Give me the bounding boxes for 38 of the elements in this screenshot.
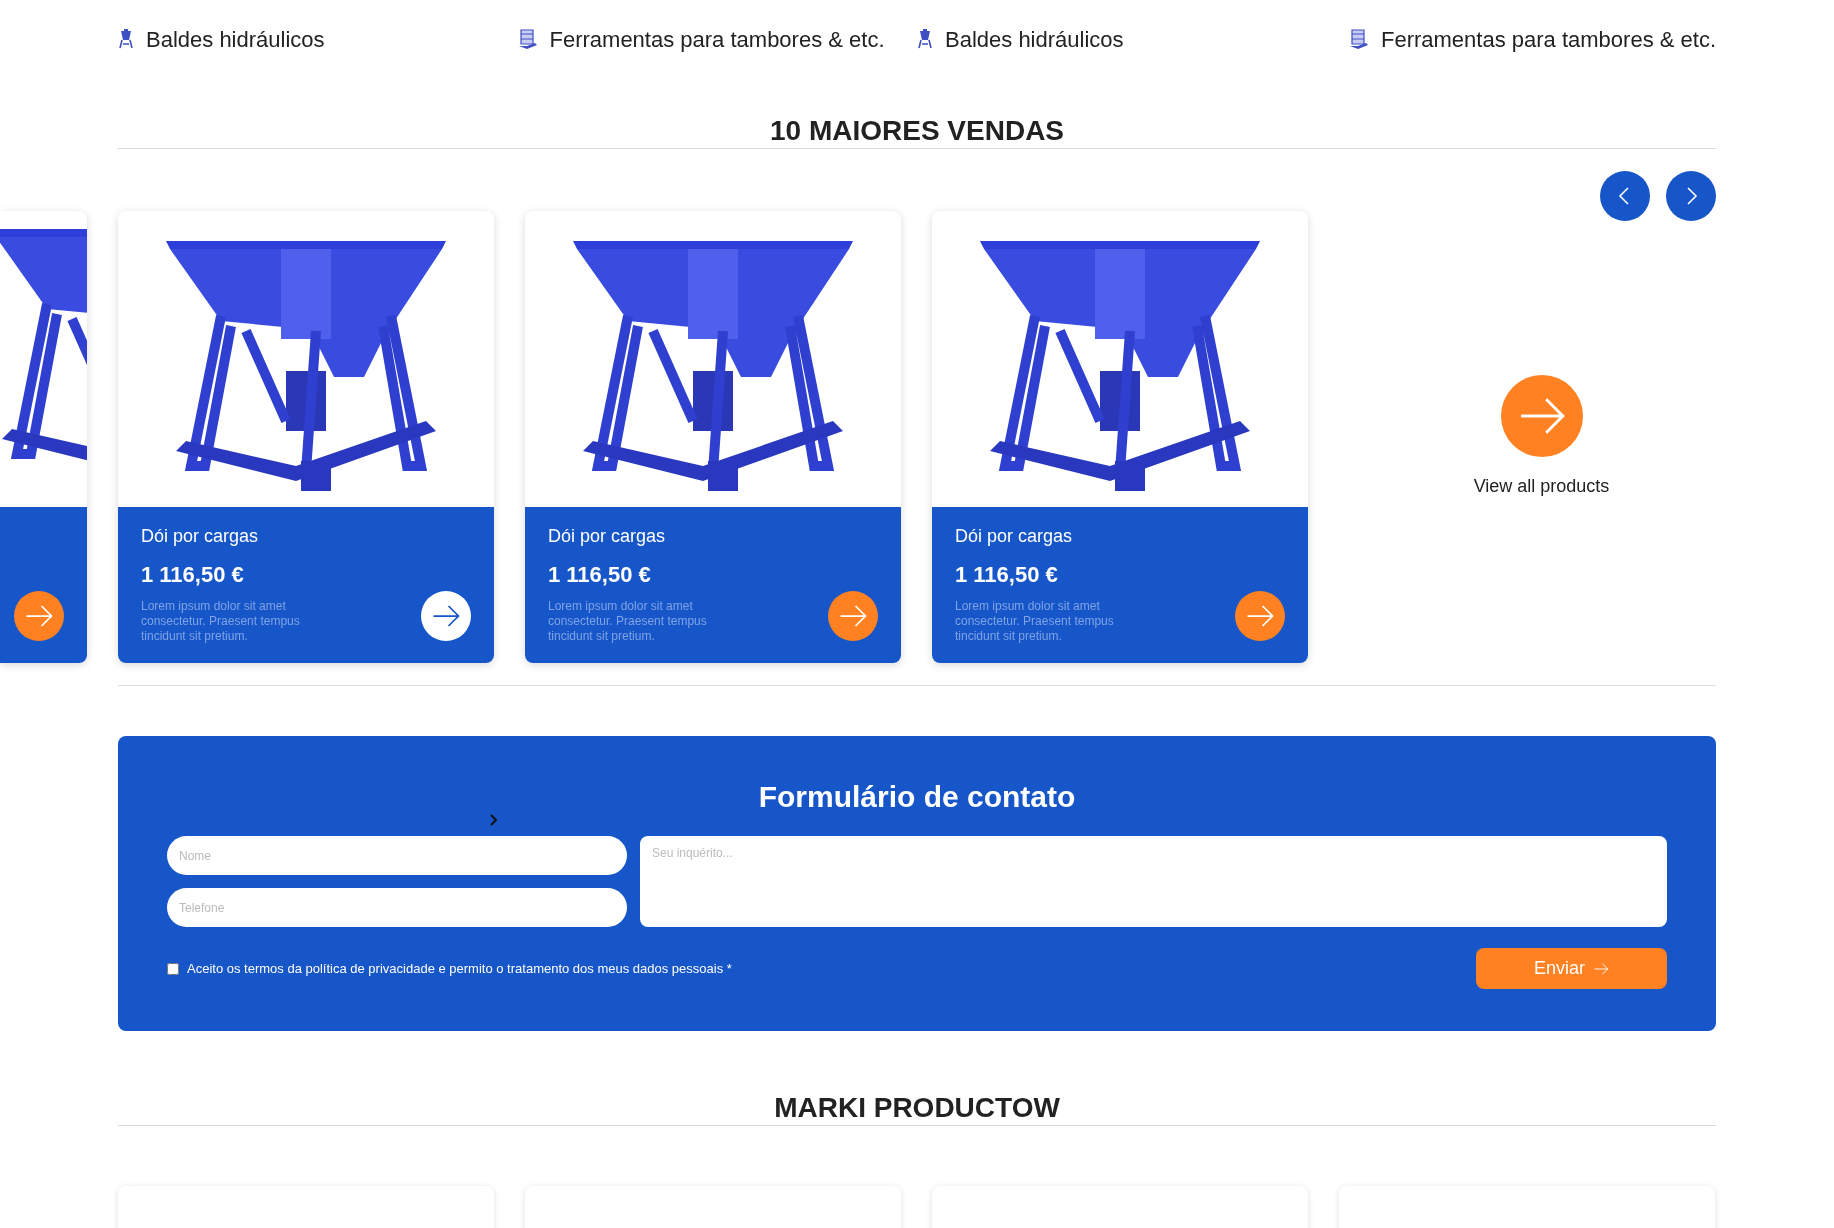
category-link[interactable]: Ferramentas para tambores & etc. [1380, 22, 1716, 56]
product-link-button[interactable] [1235, 591, 1285, 641]
product-name: Dói por cargas [141, 525, 260, 548]
category-link[interactable]: Baldes hidráulicos [146, 22, 325, 56]
product-price: 1 116,50 € [548, 561, 652, 589]
drum-icon [1348, 28, 1369, 50]
arrow-right-icon [1593, 960, 1609, 977]
product-description: Lorem ipsum dolor sit amet consectetur. Praesent tempus tincidunt sit pretium. [548, 599, 708, 644]
product-link-button[interactable] [828, 591, 878, 641]
product-card[interactable]: Dói por cargas 1 116,50 € Lorem ipsum dolor sit amet consectetur. Praesent tempus tincidunt sit pretium. [932, 211, 1308, 663]
message-field[interactable]: Seu inquérito... [640, 836, 1667, 927]
product-name: Dói por cargas [548, 525, 667, 548]
consent-checkbox[interactable] [167, 962, 179, 975]
drum-icon [517, 28, 538, 50]
form-title: Formulário de contato [757, 779, 1077, 815]
product-card[interactable]: Dói por cargas 1 116,50 € Lorem ipsum dolor sit amet consectetur. Praesent tempus tincidunt sit pretium. [118, 211, 494, 663]
product-link-button[interactable] [421, 591, 471, 641]
product-link-button[interactable] [14, 591, 64, 641]
section-heading: MARKI PRODUCTOW [774, 1091, 1060, 1125]
text-field[interactable]: Nome [167, 836, 627, 875]
next-button[interactable] [1666, 171, 1716, 221]
chevron-right-icon [489, 813, 499, 827]
previous-button[interactable] [1600, 171, 1650, 221]
bucket-icon [118, 28, 134, 50]
category-link[interactable]: Baldes hidráulicos [945, 22, 1124, 56]
product-card[interactable]: Dói por cargas 1 116,50 € Lorem ipsum dolor sit amet consectetur. Praesent tempus tincidunt sit pretium. [525, 211, 901, 663]
product-price: 1 116,50 € [955, 561, 1059, 589]
bucket-icon [917, 28, 933, 50]
category-link[interactable]: Ferramentas para tambores & etc. [549, 22, 885, 56]
consent-label: Aceito os termos da política de privacidade e permito o tratamento dos meus dados pessoais * [187, 959, 732, 978]
product-price: 1 116,50 € [141, 561, 245, 589]
text-field[interactable]: Telefone [167, 888, 627, 927]
view-all-link[interactable]: View all products [1473, 472, 1610, 500]
product-name: Dói por cargas [955, 525, 1074, 548]
product-description: Lorem ipsum dolor sit amet consectetur. Praesent tempus tincidunt sit pretium. [141, 599, 301, 644]
product-card[interactable] [0, 211, 87, 663]
product-description: Lorem ipsum dolor sit amet consectetur. Praesent tempus tincidunt sit pretium. [955, 599, 1115, 644]
section-heading: 10 MAIORES VENDAS [769, 114, 1065, 148]
